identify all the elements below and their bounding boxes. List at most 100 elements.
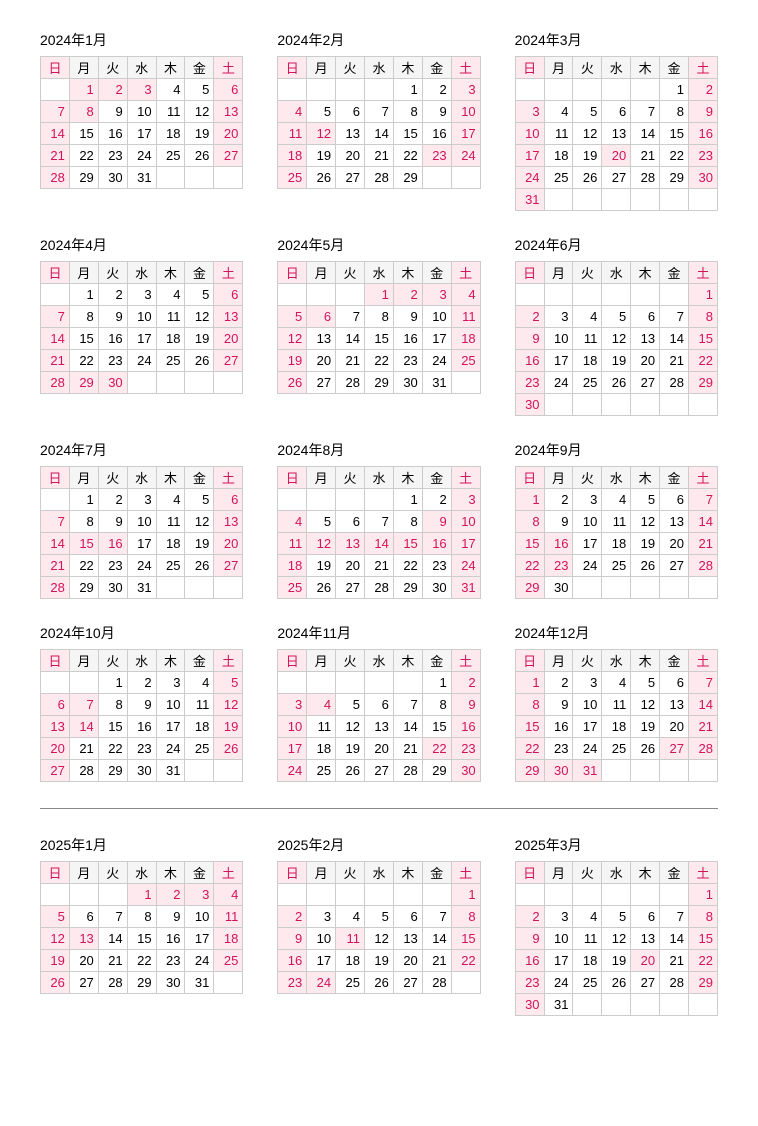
dow-header: 水	[365, 262, 394, 284]
day-cell: 5	[41, 906, 70, 928]
day-cell	[602, 394, 631, 416]
day-cell: 26	[573, 167, 602, 189]
dow-header: 月	[69, 862, 98, 884]
day-cell: 15	[69, 328, 98, 350]
day-cell: 9	[393, 306, 422, 328]
month-table: 日月火水木金土123456789101112131415161718192021…	[277, 56, 480, 189]
day-cell	[185, 760, 214, 782]
day-cell: 30	[689, 167, 718, 189]
day-cell: 7	[365, 101, 394, 123]
day-cell: 4	[156, 284, 185, 306]
day-cell: 30	[98, 167, 127, 189]
calendar-grid: 2024年1月日月火水木金土12345678910111213141516171…	[40, 30, 718, 1016]
day-cell: 16	[98, 328, 127, 350]
day-cell: 10	[307, 928, 336, 950]
day-cell	[307, 489, 336, 511]
dow-header: 金	[185, 262, 214, 284]
month-table: 日月火水木金土123456789101112131415161718192021…	[515, 466, 718, 599]
day-cell: 20	[602, 145, 631, 167]
day-cell: 8	[365, 306, 394, 328]
day-cell: 6	[393, 906, 422, 928]
day-cell: 2	[451, 672, 480, 694]
day-cell: 21	[336, 350, 365, 372]
day-cell: 22	[515, 555, 544, 577]
day-cell	[631, 884, 660, 906]
day-cell: 14	[365, 533, 394, 555]
day-cell: 14	[41, 123, 70, 145]
day-cell: 14	[422, 928, 451, 950]
day-cell: 3	[307, 906, 336, 928]
day-cell: 7	[660, 306, 689, 328]
day-cell: 27	[631, 372, 660, 394]
day-cell: 12	[278, 328, 307, 350]
dow-header: 木	[393, 862, 422, 884]
day-cell: 8	[689, 906, 718, 928]
dow-header: 金	[422, 862, 451, 884]
day-cell: 10	[544, 928, 573, 950]
day-cell: 18	[278, 145, 307, 167]
day-cell: 23	[515, 372, 544, 394]
day-cell: 10	[185, 906, 214, 928]
day-cell	[336, 284, 365, 306]
dow-header: 水	[602, 262, 631, 284]
day-cell: 18	[602, 716, 631, 738]
day-cell: 10	[573, 694, 602, 716]
day-cell: 10	[127, 101, 156, 123]
day-cell: 9	[515, 328, 544, 350]
dow-header: 木	[393, 57, 422, 79]
day-cell: 8	[451, 906, 480, 928]
day-cell: 30	[156, 972, 185, 994]
day-cell: 28	[336, 372, 365, 394]
day-cell: 20	[307, 350, 336, 372]
day-cell: 2	[127, 672, 156, 694]
day-cell: 5	[336, 694, 365, 716]
dow-header: 月	[544, 262, 573, 284]
day-cell: 19	[307, 145, 336, 167]
day-cell	[393, 884, 422, 906]
day-cell: 19	[307, 555, 336, 577]
day-cell: 21	[365, 145, 394, 167]
day-cell: 4	[156, 79, 185, 101]
dow-header: 火	[573, 650, 602, 672]
month-title: 2024年6月	[515, 235, 718, 255]
day-cell	[365, 672, 394, 694]
day-cell	[278, 489, 307, 511]
day-cell: 8	[69, 101, 98, 123]
day-cell: 27	[602, 167, 631, 189]
dow-header: 土	[689, 262, 718, 284]
month-block: 2024年8月日月火水木金土12345678910111213141516171…	[277, 440, 480, 599]
month-title: 2024年12月	[515, 623, 718, 643]
day-cell: 6	[660, 672, 689, 694]
day-cell	[689, 994, 718, 1016]
day-cell: 21	[365, 555, 394, 577]
day-cell: 30	[451, 760, 480, 782]
day-cell: 18	[573, 950, 602, 972]
day-cell: 23	[451, 738, 480, 760]
dow-header: 土	[214, 862, 243, 884]
day-cell: 4	[336, 906, 365, 928]
day-cell: 6	[660, 489, 689, 511]
day-cell	[660, 394, 689, 416]
day-cell: 26	[278, 372, 307, 394]
dow-header: 金	[660, 262, 689, 284]
dow-header: 水	[365, 57, 394, 79]
day-cell: 29	[365, 372, 394, 394]
day-cell: 8	[69, 511, 98, 533]
day-cell: 13	[660, 511, 689, 533]
day-cell: 14	[631, 123, 660, 145]
dow-header: 火	[573, 467, 602, 489]
day-cell: 4	[307, 694, 336, 716]
month-title: 2024年1月	[40, 30, 243, 50]
day-cell: 13	[631, 928, 660, 950]
dow-header: 火	[336, 862, 365, 884]
day-cell: 19	[336, 738, 365, 760]
day-cell: 1	[451, 884, 480, 906]
day-cell: 21	[41, 555, 70, 577]
day-cell: 13	[41, 716, 70, 738]
day-cell: 17	[451, 533, 480, 555]
day-cell: 7	[69, 694, 98, 716]
day-cell: 13	[602, 123, 631, 145]
month-title: 2025年1月	[40, 835, 243, 855]
day-cell: 9	[156, 906, 185, 928]
day-cell: 21	[689, 533, 718, 555]
